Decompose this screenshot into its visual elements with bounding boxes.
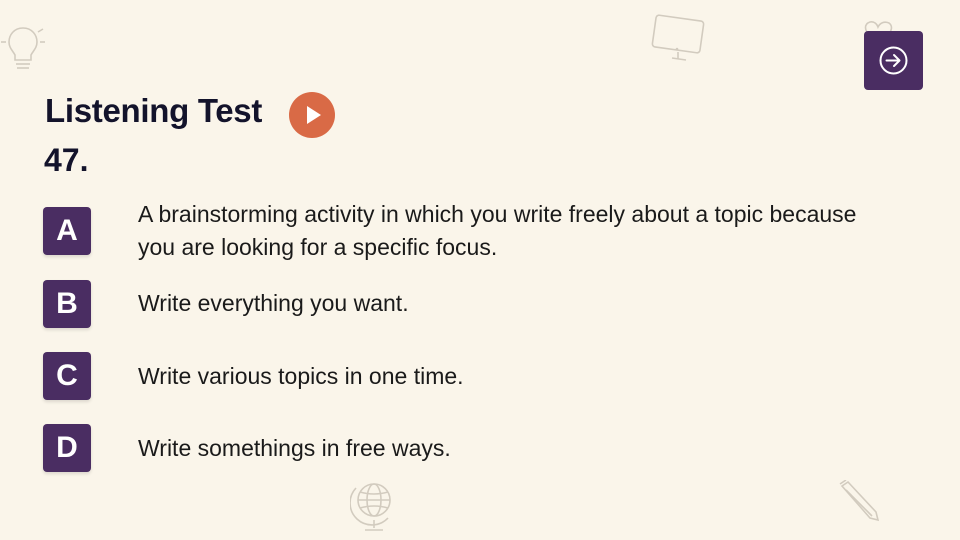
arrow-right-circle-icon xyxy=(879,46,908,75)
option-d-button[interactable]: D xyxy=(43,424,91,472)
pencil-icon xyxy=(836,480,882,524)
globe-icon xyxy=(350,478,400,536)
page-title: Listening Test xyxy=(45,92,263,129)
play-audio-button[interactable] xyxy=(289,92,335,138)
option-b-text[interactable]: Write everything you want. xyxy=(138,287,858,320)
option-a-button[interactable]: A xyxy=(43,207,91,255)
play-icon xyxy=(307,106,321,124)
lightbulb-icon xyxy=(0,22,46,74)
monitor-icon xyxy=(650,14,708,64)
option-c-text[interactable]: Write various topics in one time. xyxy=(138,360,858,393)
option-a-text[interactable]: A brainstorming activity in which you wr… xyxy=(138,198,858,264)
question-number: 47. xyxy=(44,142,89,178)
next-button[interactable] xyxy=(864,31,923,90)
option-d-text[interactable]: Write somethings in free ways. xyxy=(138,432,858,465)
option-c-button[interactable]: C xyxy=(43,352,91,400)
option-b-button[interactable]: B xyxy=(43,280,91,328)
